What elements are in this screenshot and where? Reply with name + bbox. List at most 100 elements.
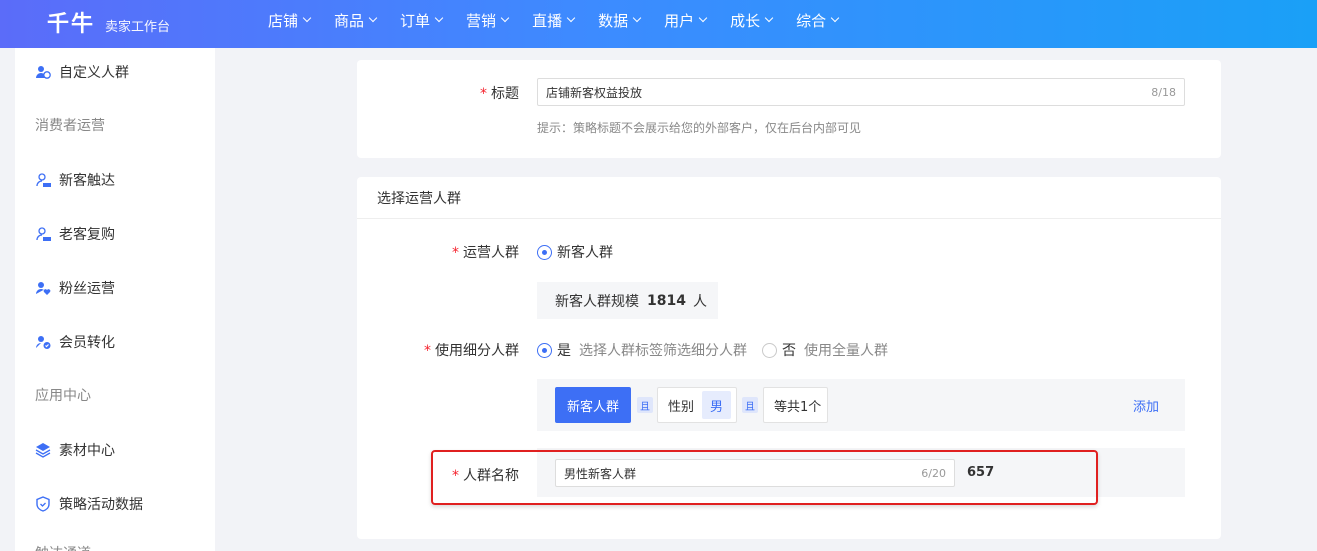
nav-item-general[interactable]: 综合 (796, 10, 840, 31)
radio-unchecked[interactable] (762, 342, 777, 358)
nav-label: 数据 (598, 11, 629, 30)
input-value: 店铺新客权益投放 (546, 85, 643, 100)
sidebar-item-old-customer[interactable]: 老客复购 (35, 224, 115, 244)
section-title: 选择运营人群 (357, 177, 1221, 219)
crowd-size-value: 1814 (647, 292, 686, 309)
required-mark: * (452, 245, 459, 261)
sidebar-item-fans[interactable]: 粉丝运营 (35, 278, 115, 298)
segment-radio-yes[interactable]: 是 选择人群标签筛选细分人群 (537, 340, 747, 360)
title-hint: 提示：策略标题不会展示给您的外部客户，仅在后台内部可见 (537, 121, 862, 135)
sidebar: 自定义人群 消费者运营 新客触达 老客复购 粉丝运营 会员转化 应用中心 素材中… (15, 48, 215, 551)
logo-sub-text: 卖家工作台 (105, 20, 171, 35)
new-crowd-tag[interactable]: 新客人群 (555, 387, 631, 423)
sidebar-item-material[interactable]: 素材中心 (35, 440, 115, 460)
nav-label: 成长 (730, 11, 761, 30)
radio-checked[interactable] (537, 342, 552, 358)
user-heart-icon (36, 282, 51, 295)
sidebar-item-strategy-data[interactable]: 策略活动数据 (35, 494, 143, 514)
logo[interactable]: 千牛 卖家工作台 (47, 6, 170, 38)
segment-label: * 使用细分人群 (424, 340, 519, 360)
sidebar-section-consumer: 消费者运营 (35, 118, 105, 134)
chevron-down-icon (698, 13, 708, 23)
chevron-down-icon (500, 13, 510, 23)
radio-label: 新客人群 (557, 245, 613, 261)
nav-label: 店铺 (268, 11, 299, 30)
crowd-label: * 运营人群 (452, 242, 519, 262)
sidebar-item-label: 自定义人群 (59, 65, 129, 81)
input-value: 男性新客人群 (564, 466, 637, 481)
chevron-down-icon (566, 13, 576, 23)
sidebar-item-member[interactable]: 会员转化 (35, 332, 115, 352)
nav-label: 营销 (466, 11, 497, 30)
nav-item-orders[interactable]: 订单 (400, 10, 444, 31)
char-counter: 6/20 (921, 466, 946, 480)
and-badge: 且 (742, 397, 758, 413)
more-filters-tag[interactable]: 等共1个 (763, 387, 828, 423)
nav-label: 用户 (664, 11, 695, 30)
sidebar-item-new-customer[interactable]: 新客触达 (35, 170, 115, 190)
radio-label: 否 (782, 343, 796, 359)
add-filter-link[interactable]: 添加 (1133, 396, 1159, 415)
chevron-down-icon (434, 13, 444, 23)
chevron-down-icon (764, 13, 774, 23)
filter-more-label: 等共1个 (774, 399, 822, 415)
nav-item-data[interactable]: 数据 (598, 10, 642, 31)
sidebar-item-label: 新客触达 (59, 173, 115, 189)
nav-item-goods[interactable]: 商品 (334, 10, 378, 31)
nav-item-marketing[interactable]: 营销 (466, 10, 510, 31)
user-old-icon (36, 227, 51, 241)
crowd-size-box: 新客人群规模 1814 人 (537, 282, 718, 319)
sidebar-item-label: 策略活动数据 (59, 497, 143, 513)
user-new-icon (36, 173, 51, 187)
nav-label: 直播 (532, 11, 563, 30)
chevron-down-icon (830, 13, 840, 23)
logo-main-text: 千牛 (47, 12, 96, 37)
crowd-size-label: 新客人群规模 (555, 293, 639, 310)
nav-item-growth[interactable]: 成长 (730, 10, 774, 31)
title-card (357, 60, 1221, 158)
label-text: 人群名称 (463, 468, 519, 484)
crowd-size-unit: 人 (692, 293, 707, 310)
shield-icon (36, 496, 50, 512)
nav-label: 订单 (400, 11, 431, 30)
sidebar-section-channel: 触达通道 (35, 543, 91, 551)
nav-item-users[interactable]: 用户 (664, 10, 708, 31)
required-mark: * (424, 343, 431, 359)
gender-filter-tag[interactable]: 性别 男 (657, 387, 737, 423)
label-text: 标题 (491, 86, 519, 102)
crowd-name-row: 男性新客人群 6/20 657 (537, 448, 1185, 497)
nav-item-shop[interactable]: 店铺 (268, 10, 312, 31)
crowd-name-input[interactable]: 男性新客人群 6/20 (555, 459, 955, 487)
sidebar-item-label: 老客复购 (59, 227, 115, 243)
chevron-down-icon (368, 13, 378, 23)
nav-item-live[interactable]: 直播 (532, 10, 576, 31)
radio-desc: 选择人群标签筛选细分人群 (579, 343, 747, 359)
radio-desc: 使用全量人群 (804, 343, 888, 359)
required-mark: * (452, 468, 459, 484)
label-text: 运营人群 (463, 245, 519, 261)
required-mark: * (480, 86, 487, 102)
main-nav: 店铺 商品 订单 营销 直播 数据 用户 成长 综合 (268, 0, 862, 40)
and-badge: 且 (637, 397, 653, 413)
segment-radio-no[interactable]: 否 使用全量人群 (762, 340, 888, 360)
sidebar-section-app: 应用中心 (35, 388, 91, 404)
title-input[interactable]: 店铺新客权益投放 8/18 (537, 78, 1185, 106)
filter-label: 性别 (668, 399, 695, 415)
radio-label: 是 (557, 343, 571, 359)
user-check-icon (36, 336, 51, 349)
radio-checked[interactable] (537, 244, 552, 260)
title-label: * 标题 (480, 83, 519, 103)
crowd-count: 657 (967, 465, 995, 480)
sidebar-item-label: 粉丝运营 (59, 281, 115, 297)
filter-value: 男 (702, 391, 732, 419)
chevron-down-icon (632, 13, 642, 23)
sidebar-item-custom-crowd[interactable]: 自定义人群 (35, 62, 129, 82)
nav-label: 商品 (334, 11, 365, 30)
sidebar-item-label: 素材中心 (59, 443, 115, 459)
chevron-down-icon (302, 13, 312, 23)
top-navigation-bar: 千牛 卖家工作台 店铺 商品 订单 营销 直播 数据 用户 成长 综合 (0, 0, 1317, 48)
crowd-radio-new[interactable]: 新客人群 (537, 242, 613, 262)
label-text: 使用细分人群 (435, 343, 519, 359)
user-group-icon (36, 66, 51, 79)
sidebar-item-label: 会员转化 (59, 335, 115, 351)
